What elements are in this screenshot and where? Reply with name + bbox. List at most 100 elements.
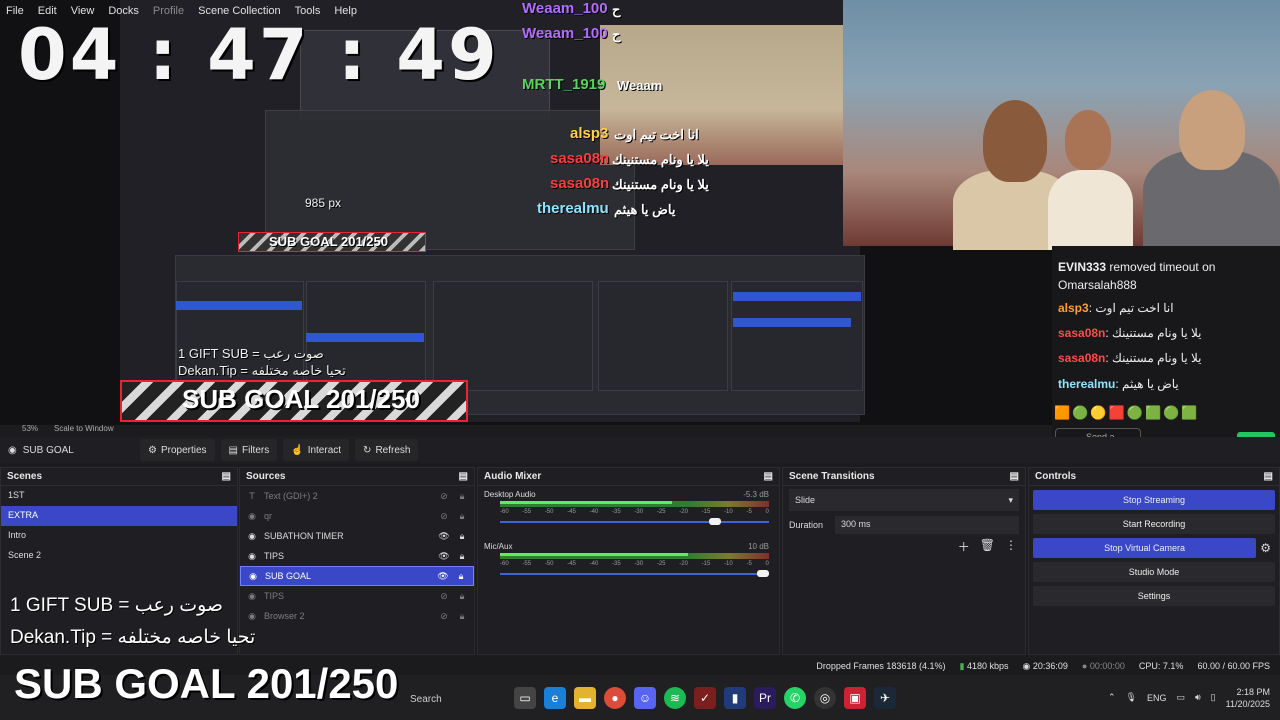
source-row-active[interactable]: ◉ SUB GOAL 👁︎ 🔒︎: [240, 566, 474, 586]
dock-menu-icon[interactable]: ▤: [764, 471, 773, 482]
lock-icon[interactable]: 🔒︎: [456, 491, 468, 502]
eye-hidden-icon[interactable]: ⊘: [438, 591, 450, 602]
dock-menu-icon[interactable]: ▤: [459, 471, 468, 482]
lock-icon[interactable]: 🔒︎: [456, 511, 468, 522]
steam-icon[interactable]: ✈: [874, 686, 896, 709]
discord-icon[interactable]: ☺: [634, 686, 656, 709]
chat-user[interactable]: sasa08n: [1058, 351, 1105, 365]
premiere-icon[interactable]: Pr: [754, 686, 776, 709]
refresh-button[interactable]: ↻ Refresh: [355, 439, 419, 461]
emote-icon[interactable]: 🟢: [1127, 405, 1143, 421]
explorer-icon[interactable]: ▬: [574, 686, 596, 709]
source-row[interactable]: T Text (GDI+) 2 ⊘ 🔒︎: [240, 486, 474, 506]
filters-button[interactable]: ▤ Filters: [220, 439, 278, 461]
app-icon-2[interactable]: ▣: [844, 686, 866, 709]
eye-icon[interactable]: 👁︎: [438, 531, 450, 542]
app-icon[interactable]: ✓: [694, 686, 716, 709]
battery-icon[interactable]: ▯: [1211, 692, 1216, 703]
whatsapp-icon[interactable]: ✆: [784, 686, 806, 709]
volume-slider-handle[interactable]: [757, 570, 769, 577]
source-row[interactable]: ◉ TIPS 👁︎ 🔒︎: [240, 546, 474, 566]
stop-virtual-camera-button[interactable]: Stop Virtual Camera: [1033, 538, 1257, 558]
edge-icon[interactable]: e: [544, 686, 566, 709]
emote-icon[interactable]: 🟩: [1181, 405, 1197, 421]
emote-icon[interactable]: 🟧: [1054, 405, 1070, 421]
menu-view[interactable]: View: [71, 5, 95, 17]
menu-scene-collection[interactable]: Scene Collection: [198, 5, 281, 17]
interact-button[interactable]: ☝ Interact: [283, 439, 350, 461]
chat-user[interactable]: EVIN333: [1058, 260, 1106, 274]
volume-slider[interactable]: [500, 573, 769, 575]
volume-slider-handle[interactable]: [708, 518, 721, 525]
menu-file[interactable]: File: [6, 5, 24, 17]
chrome-icon[interactable]: ●: [604, 686, 626, 709]
clock[interactable]: 2:18 PM 11/20/2025: [1226, 686, 1270, 710]
meter-tick: -35: [612, 509, 621, 515]
more-icon[interactable]: ⋮: [1005, 538, 1017, 555]
menu-help[interactable]: Help: [334, 5, 357, 17]
volume-slider[interactable]: [500, 521, 769, 523]
eye-hidden-icon[interactable]: ⊘: [438, 491, 450, 502]
start-recording-button[interactable]: Start Recording: [1033, 514, 1275, 534]
scene-item[interactable]: 1ST: [1, 486, 237, 506]
zoom-mode[interactable]: Scale to Window: [54, 424, 114, 433]
network-icon[interactable]: ▭: [1176, 692, 1185, 703]
file-icon[interactable]: ▮: [724, 686, 746, 709]
chat-user[interactable]: therealmu: [1058, 377, 1115, 391]
chat-user[interactable]: alsp3: [1058, 301, 1089, 315]
trash-icon[interactable]: 🗑︎: [980, 538, 995, 555]
emote-icon[interactable]: 🟢: [1163, 405, 1179, 421]
dock-menu-icon[interactable]: ▤: [222, 471, 231, 482]
emote-icon[interactable]: 🟢: [1072, 405, 1088, 421]
spotify-icon[interactable]: ≋: [664, 686, 686, 709]
lock-icon[interactable]: 🔒︎: [456, 611, 468, 622]
search-box[interactable]: Search: [410, 694, 442, 705]
transition-select[interactable]: Slide ▾: [789, 489, 1019, 511]
menu-edit[interactable]: Edit: [38, 5, 57, 17]
mic-icon[interactable]: 🎙︎: [1126, 692, 1137, 703]
lock-icon[interactable]: 🔒︎: [455, 571, 467, 582]
lock-icon[interactable]: 🔒︎: [456, 591, 468, 602]
meter-tick: -20: [679, 509, 688, 515]
eye-icon[interactable]: 👁︎: [438, 551, 450, 562]
source-row[interactable]: ◉ qr ⊘ 🔒︎: [240, 506, 474, 526]
meter-tick: -5: [746, 509, 752, 515]
dock-menu-icon[interactable]: ▤: [1010, 471, 1019, 482]
add-icon[interactable]: ＋: [958, 538, 970, 555]
source-row[interactable]: ◉ Browser 2 ⊘ 🔒︎: [240, 606, 474, 626]
volume-icon[interactable]: 🔊︎: [1195, 692, 1201, 703]
task-view-icon[interactable]: ▭: [514, 686, 536, 709]
chat-user[interactable]: sasa08n: [1058, 326, 1105, 340]
lock-icon[interactable]: 🔒︎: [456, 551, 468, 562]
obs-icon[interactable]: ◎: [814, 686, 836, 709]
chat-msg-6: يلا يا ونام مستنينك: [612, 177, 709, 192]
scene-item-active[interactable]: EXTRA: [1, 506, 237, 526]
emote-icon[interactable]: 🟩: [1145, 405, 1161, 421]
duration-input[interactable]: 300 ms: [835, 516, 1019, 534]
eye-hidden-icon[interactable]: ⊘: [438, 511, 450, 522]
properties-button[interactable]: ⚙ Properties: [140, 439, 215, 461]
gear-icon[interactable]: ⚙: [1260, 541, 1271, 555]
globe-icon: ◉: [248, 510, 256, 521]
studio-mode-button[interactable]: Studio Mode: [1033, 562, 1275, 582]
dock-menu-icon[interactable]: ▤: [1264, 471, 1273, 482]
scene-item[interactable]: Scene 2: [1, 546, 237, 566]
eye-hidden-icon[interactable]: ⊘: [438, 611, 450, 622]
channel-name: Mic/Aux: [484, 542, 513, 551]
eye-icon[interactable]: 👁︎: [437, 571, 449, 582]
source-row[interactable]: ◉ TIPS ⊘ 🔒︎: [240, 586, 474, 606]
lock-icon[interactable]: 🔒︎: [456, 531, 468, 542]
menu-tools[interactable]: Tools: [295, 5, 321, 17]
emote-icon[interactable]: 🟡: [1090, 405, 1106, 421]
refresh-label: Refresh: [375, 444, 411, 456]
stop-streaming-button[interactable]: Stop Streaming: [1033, 490, 1275, 510]
language[interactable]: ENG: [1147, 693, 1167, 703]
menu-docks[interactable]: Docks: [108, 5, 139, 17]
chevron-up-icon[interactable]: ⌃: [1108, 692, 1116, 703]
scene-item[interactable]: Intro: [1, 526, 237, 546]
menu-profile[interactable]: Profile: [153, 5, 184, 17]
emote-icon[interactable]: 🟥: [1109, 405, 1125, 421]
settings-button[interactable]: Settings: [1033, 586, 1275, 606]
zoom-percent[interactable]: 53%: [22, 424, 38, 433]
source-row[interactable]: ◉ SUBATHON TIMER 👁︎ 🔒︎: [240, 526, 474, 546]
